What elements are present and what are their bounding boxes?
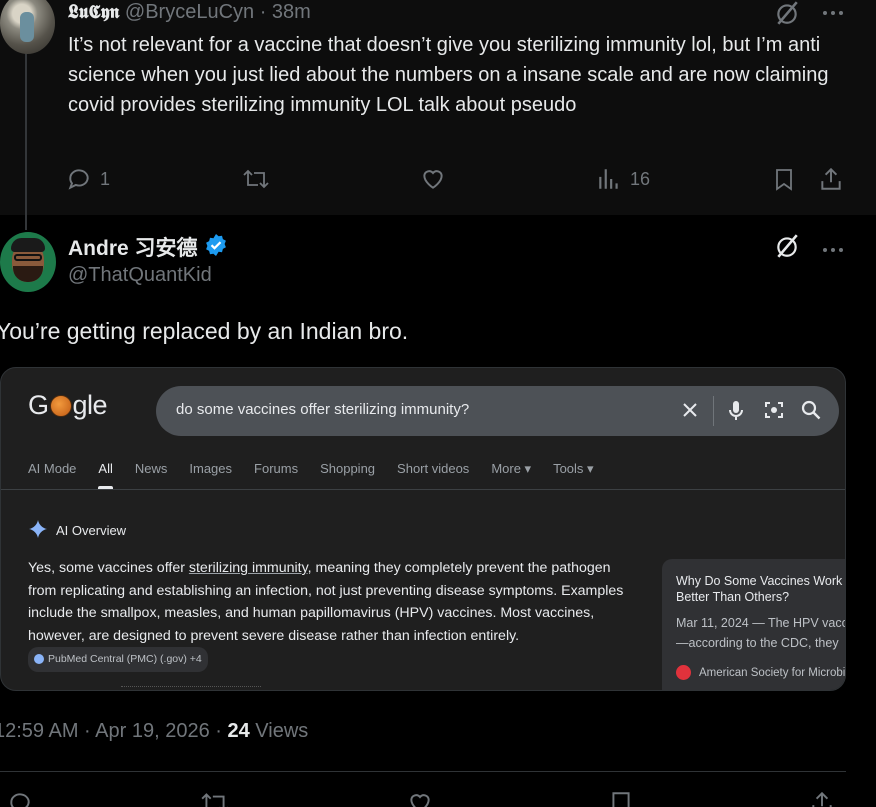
source-card-source: American Society for Microbiology [676, 665, 846, 680]
search-icon [801, 400, 821, 425]
source-card-source-name: American Society for Microbiology [699, 666, 846, 679]
like-button[interactable] [406, 790, 434, 807]
tab-images: Images [189, 461, 233, 476]
share-button[interactable] [818, 166, 844, 192]
reply-text: It’s not relevant for a vaccine that doe… [68, 34, 829, 116]
more-icon[interactable] [822, 240, 844, 258]
tab-ai-mode: AI Mode [28, 461, 77, 476]
tweet-text: You’re getting replaced by an Indian bro… [0, 318, 409, 344]
share-icon [812, 791, 832, 807]
repost-button[interactable] [200, 790, 230, 807]
bookmark-icon [612, 792, 630, 807]
source-chip: PubMed Central (PMC) (.gov) +4 [28, 647, 208, 672]
avatar-hair [11, 238, 45, 252]
tab-more: More ▾ [491, 461, 532, 476]
more-icon[interactable] [822, 10, 844, 16]
author-name[interactable]: 𝕷𝖚𝕮𝖞𝖓 [68, 1, 119, 23]
grok-icon[interactable] [774, 0, 800, 26]
search-tabs: AI Mode All News Images Forums Shopping … [28, 461, 594, 489]
separator-dot: · [259, 1, 272, 23]
parent-header: 𝕷𝖚𝕮𝖞𝖓 @BryceLuCyn · 38m [68, 0, 311, 24]
tab-short-videos: Short videos [397, 461, 470, 476]
views-number: 24 [227, 720, 250, 742]
source-card-snippet-line-2: —according to the CDC, they [676, 636, 839, 650]
sparkle-icon [28, 519, 48, 542]
search-query: do some vaccines offer sterilizing immun… [176, 401, 470, 418]
author-name[interactable]: Andre 习安德 [68, 232, 198, 262]
post-time[interactable]: 38m [272, 1, 311, 23]
tab-all: All [98, 461, 114, 489]
reply-button[interactable] [6, 790, 34, 807]
cut-off-text [121, 686, 261, 690]
source-card: Why Do Some Vaccines Work Better Than Ot… [662, 559, 846, 690]
author-handle[interactable]: @ThatQuantKid [68, 264, 212, 287]
ai-overview-label: AI Overview [56, 523, 127, 538]
avatar-glasses [14, 254, 42, 261]
main-top-icons [774, 233, 844, 264]
views-label: Views [249, 720, 309, 742]
source-card-snippet: Mar 11, 2024 — The HPV vaccine —accordin… [676, 613, 846, 653]
pmc-icon [34, 654, 44, 665]
share-button[interactable] [808, 790, 836, 807]
analytics-icon [596, 166, 622, 192]
share-icon [818, 166, 844, 192]
bookmark-button[interactable] [608, 790, 634, 807]
ai-text-link: sterilizing immunity [188, 560, 308, 576]
tabs-divider [1, 489, 845, 490]
tweet-meta: 12:59 AM · Apr 19, 2026 · 24 Views [0, 720, 308, 743]
divider [0, 771, 846, 772]
tweet-timestamp[interactable]: 12:59 AM · Apr 19, 2026 · [0, 720, 227, 742]
reply-button[interactable]: 1 [66, 166, 110, 192]
tab-shopping: Shopping [320, 461, 376, 476]
source-card-title: Why Do Some Vaccines Work Better Than Ot… [676, 574, 843, 604]
repost-button[interactable] [242, 166, 270, 192]
ai-overview-header: AI Overview [28, 519, 126, 542]
microphone-icon [728, 400, 744, 427]
views-button[interactable]: 16 [596, 166, 650, 192]
google-logo: Ggle [28, 390, 108, 421]
search-divider [713, 396, 714, 426]
grok-icon[interactable] [774, 233, 800, 264]
attached-image[interactable]: Ggle do some vaccines offer sterilizing … [0, 367, 846, 691]
ai-text-part-1: Yes, some vaccines offer [28, 560, 189, 576]
source-chip-label: PubMed Central (PMC) (.gov) +4 [48, 653, 202, 665]
views-count: 16 [630, 168, 651, 189]
heart-icon [410, 794, 430, 807]
avatar[interactable] [0, 0, 55, 54]
reply-count: 1 [100, 168, 111, 189]
source-card-snippet-line-1: Mar 11, 2024 — The HPV vaccine [676, 616, 846, 630]
repost-icon [201, 793, 228, 807]
author-row: Andre 习安德 [68, 232, 228, 262]
lens-icon [764, 400, 784, 425]
main-actions [0, 790, 846, 807]
heart-icon [420, 166, 446, 192]
bookmark-button[interactable] [772, 166, 796, 192]
asm-logo-icon [676, 665, 691, 680]
avatar[interactable] [0, 232, 56, 292]
tab-news: News [134, 461, 168, 476]
bookmark-icon [772, 166, 796, 192]
clear-icon [681, 401, 699, 424]
tab-forums: Forums [254, 461, 299, 476]
basketball-doodle-icon [49, 395, 72, 417]
search-input: do some vaccines offer sterilizing immun… [156, 386, 839, 436]
parent-actions: 1 16 [66, 166, 846, 198]
reply-icon [66, 166, 92, 192]
author-handle[interactable]: @BryceLuCyn [125, 1, 254, 23]
verified-badge-icon[interactable] [204, 233, 228, 262]
like-button[interactable] [420, 166, 446, 192]
logo-suffix: gle [72, 390, 108, 420]
ai-overview-text: Yes, some vaccines offer sterilizing imm… [28, 557, 638, 673]
tab-tools: Tools ▾ [553, 461, 594, 476]
avatar-beard [13, 266, 43, 282]
parent-reply[interactable]: 𝕷𝖚𝕮𝖞𝖓 @BryceLuCyn · 38m It’s not relevan… [0, 0, 876, 230]
reply-icon [10, 793, 30, 807]
parent-top-icons [774, 0, 844, 26]
logo-prefix: G [28, 390, 49, 420]
repost-icon [242, 166, 270, 192]
thread-line [25, 50, 27, 230]
